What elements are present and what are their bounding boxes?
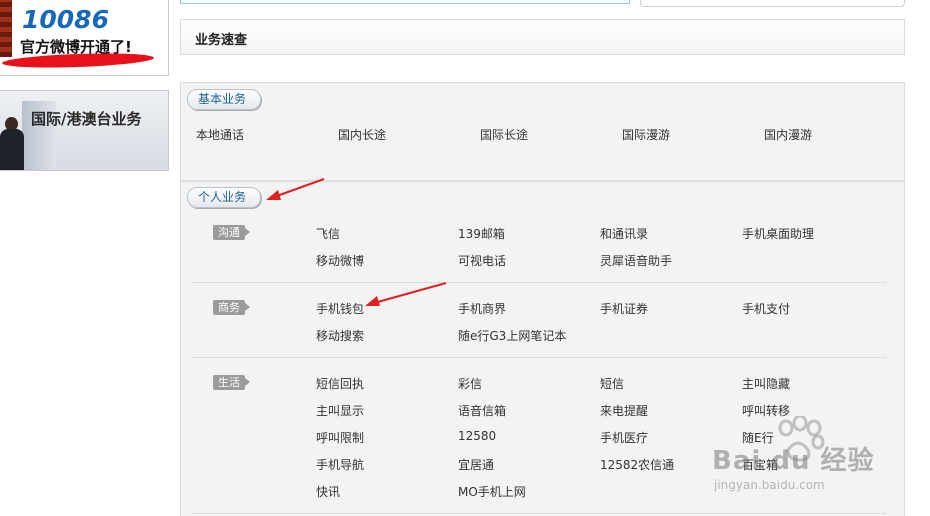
businessman-image (0, 117, 24, 170)
basic-item[interactable]: 国内漫游 (764, 126, 812, 143)
section-divider (181, 180, 904, 182)
tab-personal-services[interactable]: 个人业务 (187, 187, 262, 208)
category-divider (193, 282, 886, 283)
weibo-banner-number: 10086 (22, 5, 109, 34)
service-link[interactable]: 手机桌面助理 (742, 225, 814, 242)
service-link[interactable]: 可视电话 (458, 252, 506, 269)
weibo-banner[interactable]: 10086 官方微博开通了! (0, 0, 169, 76)
service-link[interactable]: 和通讯录 (600, 225, 648, 242)
service-link[interactable]: 随e行G3上网笔记本 (458, 327, 566, 344)
basic-item[interactable]: 本地通话 (196, 126, 244, 143)
category-divider (193, 357, 886, 358)
service-link[interactable]: 手机导航 (316, 456, 364, 473)
service-link[interactable]: 飞信 (316, 225, 340, 242)
service-link[interactable]: 移动微博 (316, 252, 364, 269)
service-link[interactable]: 手机钱包 (316, 300, 364, 317)
basic-item[interactable]: 国内长途 (338, 126, 386, 143)
intl-roaming-banner[interactable]: 国际/港澳台业务 (0, 90, 169, 171)
service-link[interactable]: 手机医疗 (600, 429, 648, 446)
service-link[interactable]: 12582农信通 (600, 456, 674, 473)
service-link[interactable]: 139邮箱 (458, 225, 505, 242)
service-link[interactable]: MO手机上网 (458, 483, 526, 500)
service-link[interactable]: 短信 (600, 375, 624, 392)
top-side-box (640, 0, 905, 7)
category-label-business: 商务 (213, 300, 250, 315)
intl-banner-text: 国际/港澳台业务 (31, 110, 142, 128)
service-link[interactable]: 来电提醒 (600, 402, 648, 419)
service-link[interactable]: 短信回执 (316, 375, 364, 392)
baidu-watermark: Bai du 经验 jingyan.baidu.com (712, 416, 922, 496)
service-link[interactable]: 手机支付 (742, 300, 790, 317)
category-label-life: 生活 (213, 375, 250, 390)
service-link[interactable]: 宜居通 (458, 456, 494, 473)
service-link[interactable]: 语音信箱 (458, 402, 506, 419)
service-link[interactable]: 灵犀语音助手 (600, 252, 672, 269)
tab-basic-services[interactable]: 基本业务 (187, 89, 262, 110)
page-title: 业务速查 (195, 33, 248, 48)
service-link[interactable]: 手机商界 (458, 300, 506, 317)
category-label-communication: 沟通 (213, 225, 250, 240)
service-link[interactable]: 主叫显示 (316, 402, 364, 419)
basic-item[interactable]: 国际长途 (480, 126, 528, 143)
beads-decoration (0, 0, 12, 57)
watermark-brand: Bai du 经验 (712, 446, 875, 476)
watermark-url: jingyan.baidu.com (714, 478, 825, 492)
service-link[interactable]: 主叫隐藏 (742, 375, 790, 392)
basic-item[interactable]: 国际漫游 (622, 126, 670, 143)
quick-lookup-header: 业务速查 (180, 19, 905, 55)
service-link[interactable]: 12580 (458, 429, 496, 443)
service-link[interactable]: 呼叫限制 (316, 429, 364, 446)
service-link[interactable]: 手机证券 (600, 300, 648, 317)
service-link[interactable]: 快讯 (316, 483, 340, 500)
service-link[interactable]: 彩信 (458, 375, 482, 392)
service-link[interactable]: 移动搜索 (316, 327, 364, 344)
category-divider (193, 513, 886, 514)
top-search-box (180, 0, 630, 4)
